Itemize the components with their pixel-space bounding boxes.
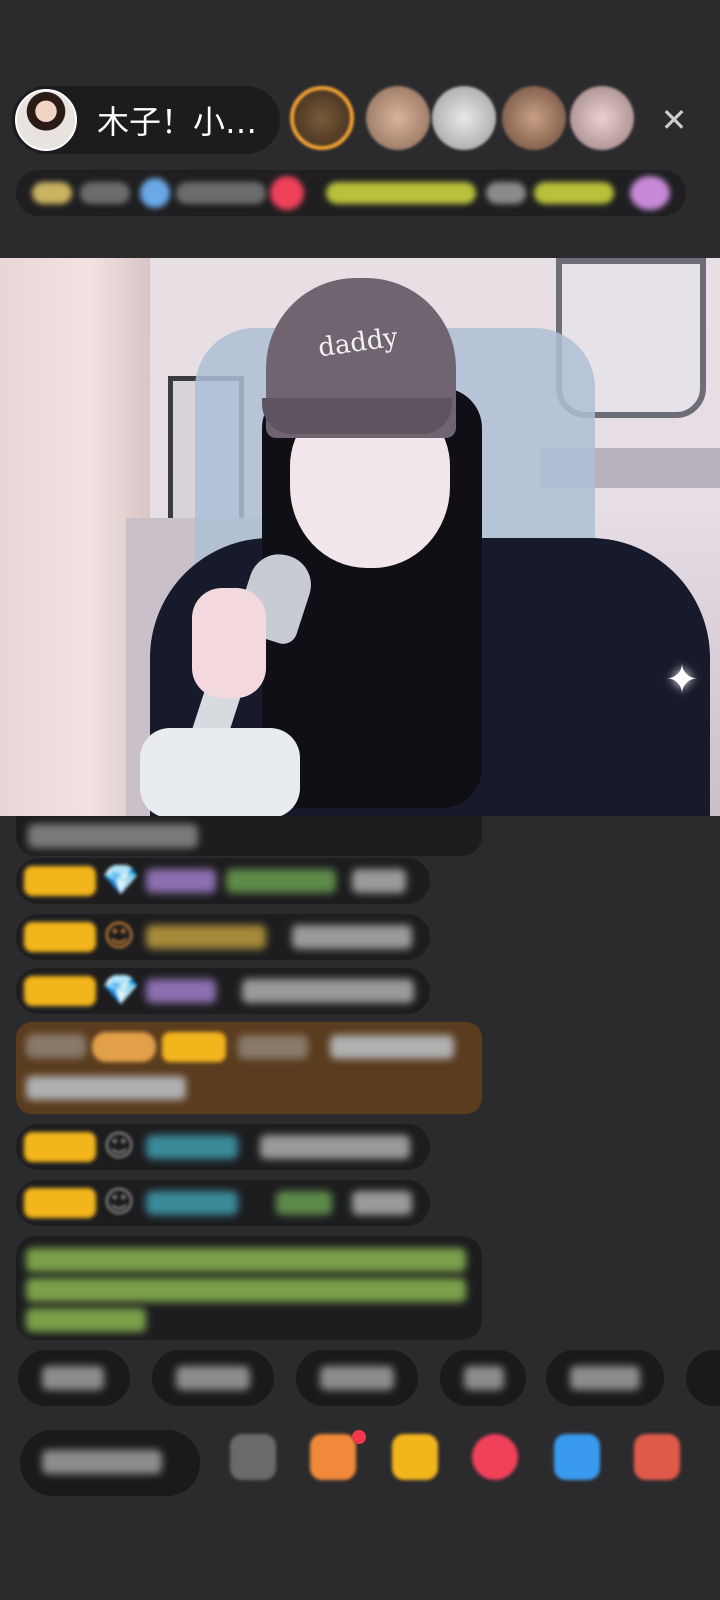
gem-icon: 💎	[102, 973, 140, 1008]
level-badge	[92, 1032, 156, 1062]
fan-badge	[24, 1188, 96, 1218]
gem-icon: 💎	[102, 863, 140, 898]
chat-message: ☺	[16, 1180, 430, 1226]
notification-dot	[352, 1430, 366, 1444]
chat-input[interactable]	[20, 1430, 200, 1496]
host-name: 木子！小…	[97, 103, 258, 141]
ticker-scroll-text	[534, 182, 614, 204]
close-icon[interactable]: ✕	[656, 102, 692, 138]
chat-message: 💎	[16, 968, 430, 1014]
user-avatar-icon: ☺	[103, 1129, 135, 1164]
hot-icon	[140, 178, 170, 208]
quick-chip[interactable]	[296, 1350, 418, 1406]
user-avatar-icon: ☺	[103, 1185, 135, 1220]
host-avatar[interactable]	[15, 89, 77, 151]
hot-text	[176, 182, 266, 204]
fan-badge	[24, 976, 96, 1006]
viewer-avatar[interactable]	[498, 82, 570, 158]
chat-message	[16, 816, 482, 856]
quick-chip[interactable]	[440, 1350, 526, 1406]
viewer-avatar[interactable]	[566, 82, 638, 158]
fan-badge	[24, 922, 96, 952]
quick-chip[interactable]	[18, 1350, 130, 1406]
chat-message: 💎	[16, 858, 430, 904]
rank-text	[80, 182, 130, 204]
host-info-pill[interactable]: 木子！小…	[12, 86, 280, 154]
gift-box-icon[interactable]	[392, 1434, 438, 1480]
emoji-icon[interactable]	[230, 1434, 276, 1480]
shop-icon[interactable]	[310, 1434, 356, 1480]
quick-chip[interactable]	[152, 1350, 274, 1406]
cat-icon: ☺	[103, 919, 135, 954]
gift-badge-icon	[270, 176, 304, 210]
fan-badge	[162, 1032, 226, 1062]
bottom-action-bar	[0, 1420, 720, 1510]
ticker-scroll-text	[326, 182, 476, 204]
viewer-avatar[interactable]	[286, 82, 358, 158]
rank-ticker-bar[interactable]	[16, 170, 686, 216]
ticker-avatar	[630, 176, 670, 210]
gift-icon[interactable]	[472, 1434, 518, 1480]
fan-badge	[24, 1132, 96, 1162]
game-icon[interactable]	[554, 1434, 600, 1480]
rank-icon	[32, 182, 72, 204]
chat-message-highlight	[16, 1022, 482, 1114]
quick-reply-chips	[0, 1350, 720, 1410]
viewer-avatar[interactable]	[362, 82, 434, 158]
live-video[interactable]: daddy ✦	[0, 258, 720, 816]
quick-chip[interactable]	[686, 1350, 720, 1406]
more-icon[interactable]	[634, 1434, 680, 1480]
fan-badge	[24, 866, 96, 896]
viewer-avatar[interactable]	[428, 82, 500, 158]
chat-message: ☺	[16, 914, 430, 960]
quick-chip[interactable]	[546, 1350, 664, 1406]
sparkle-icon: ✦	[665, 657, 699, 703]
chat-message: ☺	[16, 1124, 430, 1170]
ticker-scroll-text	[486, 182, 526, 204]
system-notice	[16, 1236, 482, 1340]
